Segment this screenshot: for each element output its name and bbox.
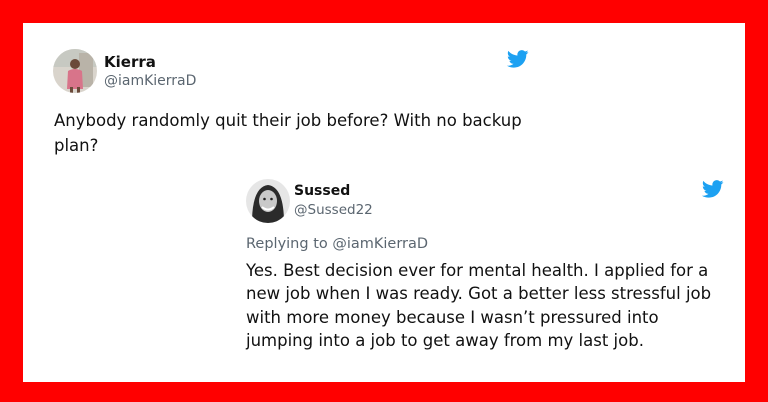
kierra-avatar[interactable] bbox=[53, 49, 97, 93]
kierra-tweet-text: Anybody randomly quit their job before? … bbox=[54, 111, 522, 155]
twitter-bird-icon bbox=[702, 180, 724, 198]
replying-to-label[interactable]: Replying to @iamKierraD bbox=[246, 236, 428, 252]
person-photo-icon bbox=[246, 179, 290, 223]
sussed-tweet-text: Yes. Best decision ever for mental healt… bbox=[246, 261, 712, 351]
sussed-name[interactable]: Sussed bbox=[294, 183, 350, 199]
kierra-name[interactable]: Kierra bbox=[104, 53, 156, 71]
screenshot-card: Kierra @iamKierraD Anybody randomly quit… bbox=[23, 23, 745, 382]
sussed-avatar[interactable] bbox=[246, 179, 290, 223]
kierra-handle[interactable]: @iamKierraD bbox=[104, 73, 196, 89]
person-photo-icon bbox=[53, 49, 97, 93]
sussed-handle[interactable]: @Sussed22 bbox=[294, 202, 373, 218]
twitter-bird-icon bbox=[507, 50, 529, 68]
